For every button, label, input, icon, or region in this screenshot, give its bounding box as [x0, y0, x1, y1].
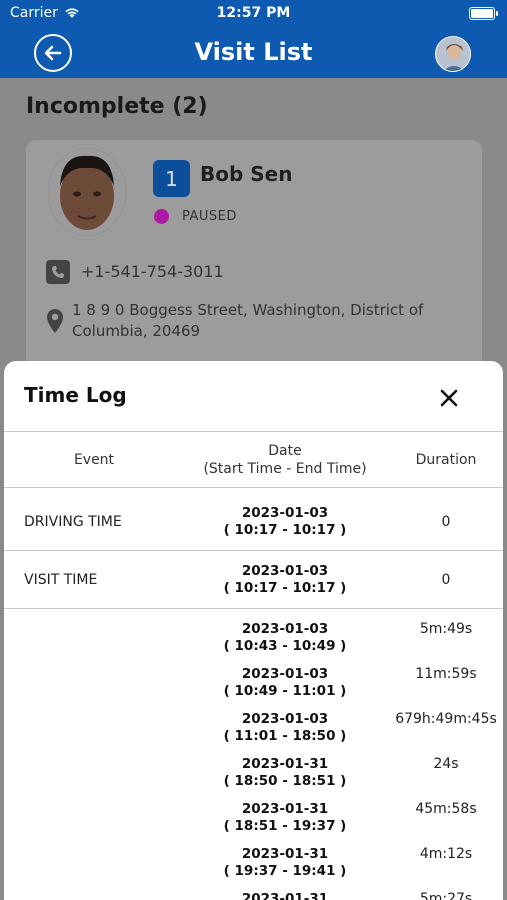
row-date: 2023-01-03 ( 11:01 - 18:50 ): [185, 711, 385, 745]
row-date: 2023-01-31 ( 18:51 - 19:37 ): [185, 801, 385, 835]
column-header-date: Date (Start Time - End Time): [185, 442, 385, 478]
row-date-range: ( 10:17 - 10:17 ): [223, 580, 347, 596]
row-date: 2023-01-03 ( 10:17 - 10:17 ): [185, 563, 385, 597]
app-header: Visit List: [0, 28, 507, 78]
status-dot-icon: [154, 209, 169, 224]
battery-icon: [469, 7, 498, 20]
row-date: 2023-01-31: [185, 891, 385, 900]
row-date-day: 2023-01-03: [241, 711, 329, 727]
page-title: Visit List: [194, 38, 313, 66]
row-event: VISIT TIME: [24, 572, 98, 588]
row-date-day: 2023-01-31: [241, 801, 329, 817]
row-date-range: ( 10:17 - 10:17 ): [223, 522, 347, 538]
clock: 12:57 PM: [216, 5, 291, 21]
location-pin-icon: [47, 309, 63, 333]
user-avatar[interactable]: [435, 36, 471, 72]
row-duration: 5m:27s: [419, 891, 473, 900]
row-event: DRIVING TIME: [24, 514, 122, 530]
row-date-day: 2023-01-03: [241, 666, 329, 682]
row-date-range: ( 18:50 - 18:51 ): [223, 773, 347, 789]
row-date-day: 2023-01-31: [241, 891, 329, 900]
close-icon[interactable]: [432, 381, 466, 415]
row-date-day: 2023-01-03: [241, 505, 329, 521]
row-date: 2023-01-31 ( 18:50 - 18:51 ): [185, 756, 385, 790]
row-date: 2023-01-03 ( 10:49 - 11:01 ): [185, 666, 385, 700]
row-duration: 24s: [433, 756, 459, 772]
row-date: 2023-01-03 ( 10:43 - 10:49 ): [185, 621, 385, 655]
client-photo: [48, 148, 126, 236]
row-date-day: 2023-01-03: [241, 563, 329, 579]
row-date-range: ( 19:37 - 19:41 ): [223, 863, 347, 879]
row-duration: 5m:49s: [419, 621, 473, 637]
status-label: PAUSED: [182, 209, 237, 224]
row-date-day: 2023-01-31: [241, 846, 329, 862]
row-date: 2023-01-03 ( 10:17 - 10:17 ): [185, 505, 385, 539]
row-duration: 4m:12s: [419, 846, 473, 862]
status-bar: Carrier 12:57 PM: [0, 0, 507, 28]
visit-number-badge: 1: [153, 160, 190, 197]
phone-number[interactable]: +1-541-754-3011: [81, 262, 224, 281]
row-date-day: 2023-01-03: [241, 621, 329, 637]
row-date-range: ( 18:51 - 19:37 ): [223, 818, 347, 834]
row-duration: 0: [441, 572, 451, 588]
client-name: Bob Sen: [200, 162, 293, 186]
column-header-event: Event: [73, 452, 115, 468]
row-date: 2023-01-31 ( 19:37 - 19:41 ): [185, 846, 385, 880]
section-title: Incomplete (2): [26, 94, 208, 119]
row-date-range: ( 10:49 - 11:01 ): [223, 683, 347, 699]
divider: [4, 487, 503, 488]
divider: [4, 550, 503, 551]
sheet-title: Time Log: [24, 383, 127, 407]
row-date-range: ( 11:01 - 18:50 ): [223, 728, 347, 744]
column-header-duration: Duration: [415, 452, 477, 468]
row-duration: 679h:49m:45s: [395, 711, 497, 727]
row-duration: 45m:58s: [415, 801, 477, 817]
divider: [4, 608, 503, 609]
column-header-date-line2: (Start Time - End Time): [203, 461, 367, 477]
address: 1 8 9 0 Boggess Street, Washington, Dist…: [72, 301, 424, 340]
phone-icon[interactable]: [46, 260, 70, 284]
divider: [4, 431, 503, 432]
row-date-day: 2023-01-31: [241, 756, 329, 772]
row-duration: 0: [441, 514, 451, 530]
row-duration: 11m:59s: [415, 666, 477, 682]
column-header-date-line1: Date: [268, 443, 302, 459]
time-log-sheet: Time Log Event Date (Start Time - End Ti…: [4, 361, 503, 900]
row-date-range: ( 10:43 - 10:49 ): [223, 638, 347, 654]
